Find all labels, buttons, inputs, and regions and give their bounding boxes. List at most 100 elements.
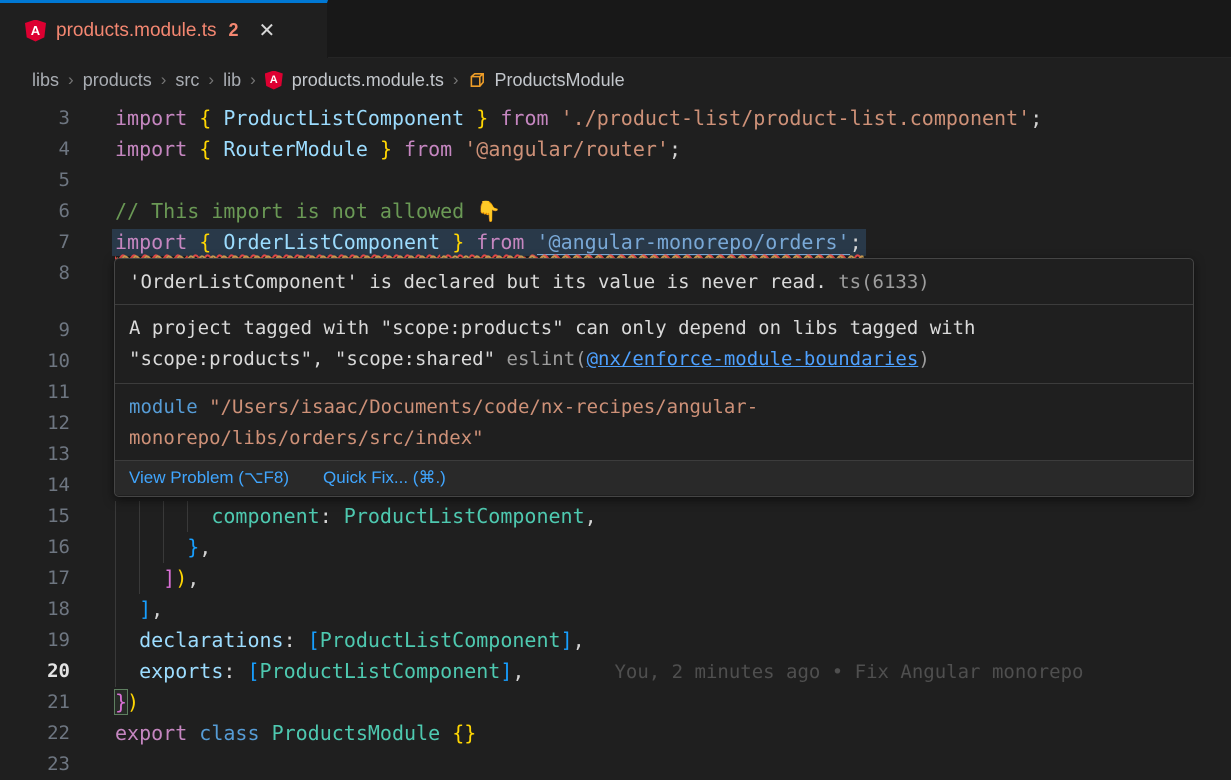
code-line-22[interactable]: 22export class ProductsModule {} (0, 718, 1231, 749)
code-token: } (187, 535, 199, 559)
code-token: } (380, 137, 392, 161)
ts-error-code: ts(6133) (838, 271, 930, 293)
line-number-17: 17 (0, 563, 70, 594)
code-line-17[interactable]: 17 ]), (0, 563, 1231, 594)
line-content: }, (115, 532, 211, 563)
breadcrumb-item-products[interactable]: products (83, 70, 152, 91)
indent-guide (115, 594, 116, 625)
line-number-13: 13 (0, 439, 70, 470)
tab-bar: A products.module.ts 2 ✕ (0, 0, 1231, 58)
breadcrumb-symbol[interactable]: ProductsModule (495, 70, 625, 91)
line-number-7: 7 (0, 227, 70, 258)
code-token (440, 721, 452, 745)
close-icon[interactable]: ✕ (259, 18, 276, 43)
code-token (115, 659, 139, 683)
line-number-9: 9 (0, 315, 70, 346)
code-line-18[interactable]: 18 ], (0, 594, 1231, 625)
view-problem-button[interactable]: View Problem (⌥F8) (129, 468, 289, 488)
breadcrumb-separator: › (453, 70, 459, 90)
line-number-12: 12 (0, 408, 70, 439)
code-token: , (512, 659, 524, 683)
code-token: ) (175, 566, 187, 590)
line-number-3: 3 (0, 103, 70, 134)
line-number-23: 23 (0, 749, 70, 780)
code-token (452, 137, 464, 161)
hover-module-info: module "/Users/isaac/Documents/code/nx-r… (115, 384, 1193, 461)
code-token: ] (500, 659, 512, 683)
code-line-23[interactable]: 23 (0, 749, 1231, 780)
git-blame-annotation: You, 2 minutes ago • Fix Angular monorep… (614, 661, 1083, 683)
line-content: ], (115, 594, 163, 625)
eslint-message-line1: A project tagged with "scope:products" c… (129, 317, 975, 339)
indent-guide (163, 532, 164, 563)
tab-filename: products.module.ts (56, 20, 217, 42)
line-content: import { ProductListComponent } from './… (115, 103, 1042, 134)
line-number-18: 18 (0, 594, 70, 625)
code-token: ProductsModule (272, 721, 441, 745)
breadcrumb-separator: › (208, 70, 214, 90)
code-token: exports (139, 659, 223, 683)
tab-products-module[interactable]: A products.module.ts 2 ✕ (0, 0, 328, 58)
code-token: import (115, 106, 187, 130)
breadcrumb: libs › products › src › lib › Aproducts.module.t… (0, 58, 1231, 102)
breadcrumb-separator: › (161, 70, 167, 90)
breadcrumb-item-src[interactable]: src (175, 70, 199, 91)
code-token: } (115, 690, 127, 714)
code-token (211, 137, 223, 161)
breadcrumb-item-lib[interactable]: lib (223, 70, 241, 91)
line-number-6: 6 (0, 196, 70, 227)
code-token: from (500, 106, 548, 130)
indent-guide (139, 563, 140, 594)
vscode-window: A products.module.ts 2 ✕ libs › products › s… (0, 0, 1231, 780)
line-number-21: 21 (0, 687, 70, 718)
indent-guide (139, 532, 140, 563)
code-line-20[interactable]: 20 exports: [ProductListComponent],You, … (0, 656, 1231, 687)
breadcrumb-file[interactable]: products.module.ts (292, 70, 444, 91)
line-number-8: 8 (0, 258, 70, 289)
code-token: '@angular/router' (464, 137, 669, 161)
module-path-line1: "/Users/isaac/Documents/code/nx-recipes/… (209, 396, 758, 418)
code-token: ; (1030, 106, 1042, 130)
breadcrumb-separator: › (68, 70, 74, 90)
indent-guide (115, 532, 116, 563)
code-line-3[interactable]: 3 import { ProductListComponent } from '.… (0, 103, 1231, 134)
line-number-20: 20 (0, 656, 70, 687)
code-token (235, 659, 247, 683)
code-line-7[interactable]: 7import { OrderListComponent } from '@an… (0, 227, 1231, 258)
hover-ts-diagnostic: 'OrderListComponent' is declared but its… (115, 259, 1193, 305)
line-number-11: 11 (0, 377, 70, 408)
code-token: , (151, 597, 163, 621)
line-number-5: 5 (0, 165, 70, 196)
code-token (115, 597, 139, 621)
code-token (392, 137, 404, 161)
code-line-15[interactable]: 15 component: ProductListComponent, (0, 501, 1231, 532)
code-line-6[interactable]: 6 // This import is not allowed 👇 (0, 196, 1231, 227)
code-line-19[interactable]: 19 declarations: [ProductListComponent], (0, 625, 1231, 656)
indent-guide (115, 501, 116, 532)
code-token (332, 504, 344, 528)
angular-file-icon: A (25, 20, 46, 42)
ts-message: 'OrderListComponent' is declared but its… (129, 271, 827, 293)
line-number-22: 22 (0, 718, 70, 749)
code-token: 👇 (476, 199, 501, 223)
code-token: declarations (139, 628, 284, 652)
code-line-21[interactable]: 21}) (0, 687, 1231, 718)
line-content: component: ProductListComponent, (115, 501, 597, 532)
code-token: // This import is not allowed (115, 199, 476, 223)
breadcrumb-item-libs[interactable]: libs (32, 70, 59, 91)
code-token: ] (561, 628, 573, 652)
eslint-rule-link[interactable]: @nx/enforce-module-boundaries (587, 348, 919, 370)
code-line-4[interactable]: 4import { RouterModule } from '@angular/… (0, 134, 1231, 165)
code-line-5[interactable]: 5 (0, 165, 1231, 196)
line-content: // This import is not allowed 👇 (115, 196, 501, 227)
angular-file-icon: A (265, 71, 283, 90)
indent-guide (139, 501, 140, 532)
code-token: [ (247, 659, 259, 683)
quick-fix-button[interactable]: Quick Fix... (⌘.) (323, 468, 446, 488)
code-token: ProductListComponent (344, 504, 585, 528)
line-number-16: 16 (0, 532, 70, 563)
code-token: component (211, 504, 319, 528)
code-token (115, 628, 139, 652)
indent-guide (187, 501, 188, 532)
code-line-16[interactable]: 16 }, (0, 532, 1231, 563)
